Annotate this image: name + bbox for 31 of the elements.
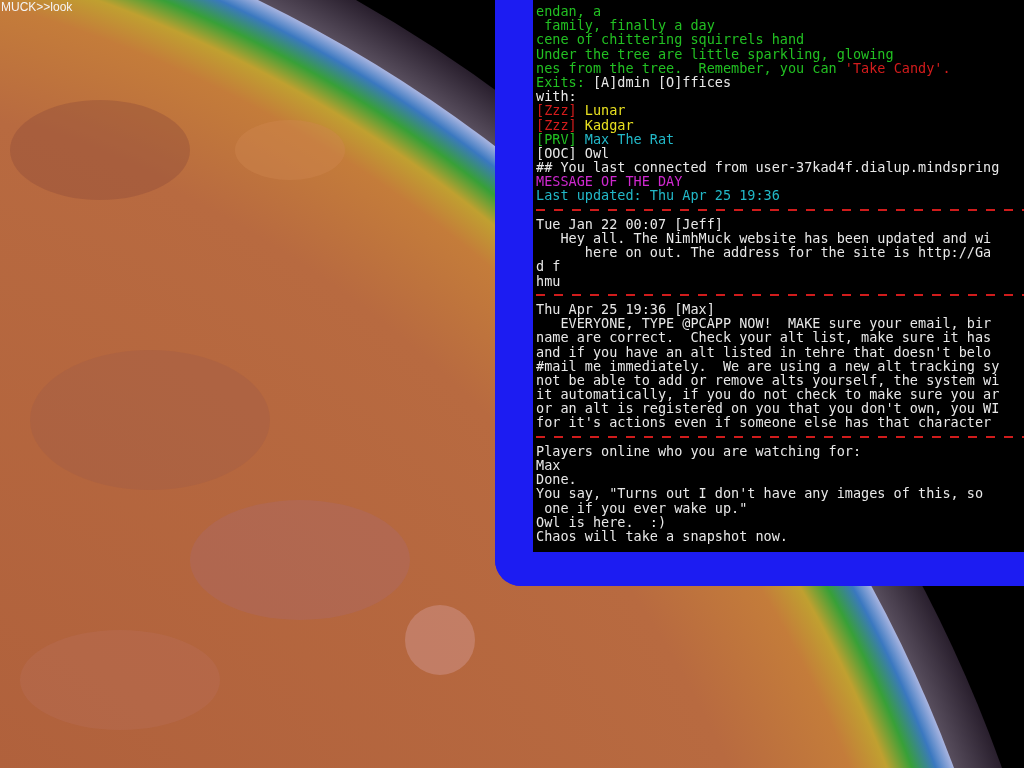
terminal-line: endan, a <box>536 4 602 19</box>
terminal-line: with: <box>536 89 577 104</box>
terminal-line: Under the tree are little sparkling, glowing <box>536 46 894 61</box>
terminal-line: Exits: [A]dmin [O]ffices <box>536 74 732 90</box>
terminal-line: Chaos will take a snapshot now. <box>536 528 788 544</box>
terminal-line: [Zzz] Lunar <box>536 103 626 118</box>
terminal-line: [OOC] Owl <box>536 145 610 161</box>
terminal-line: family, finally a day <box>544 18 715 33</box>
terminal-line: Thu Apr 25 19:36 [Max] <box>536 301 715 317</box>
terminal-line: Max <box>536 458 561 473</box>
terminal-line: cene of chittering squirrels hand <box>536 32 805 47</box>
terminal-line: [Zzz] Kadgar <box>536 117 634 132</box>
terminal-line: Tue Jan 22 00:07 [Jeff] <box>536 216 723 231</box>
command-prompt: MUCK>>look <box>1 1 73 14</box>
terminal-line: Players online who you are watching for: <box>536 443 862 458</box>
terminal-line: EVERYONE, TYPE @PCAPP NOW! MAKE sure your email, bir <box>559 316 992 331</box>
terminal-line: d f <box>536 259 561 274</box>
terminal-line: hmu <box>536 273 561 288</box>
terminal-line: name are correct. Check your alt list, make sure it has <box>536 330 992 345</box>
terminal-line: Last updated: Thu Apr 25 19:36 <box>536 188 780 203</box>
terminal-line: Owl is here. :) <box>536 514 667 529</box>
terminal-line: ## You last connected from user-37kad4f.dialup.mindspring <box>536 160 1000 175</box>
terminal-line: You say, "Turns out I don't have any images of this, so <box>536 486 984 501</box>
terminal-line: or an alt is registered on you that you don't own, you WI <box>536 401 1000 416</box>
terminal-line: Done. <box>536 472 577 487</box>
terminal-line: and if you have an alt listed in tehre that doesn't belo <box>536 344 992 359</box>
terminal-line: it automatically, if you do not check to make sure you ar <box>536 387 1000 402</box>
terminal-line: one if you ever wake up." <box>543 500 748 515</box>
terminal-line: here on out. The address for the site is http://Ga <box>584 245 992 260</box>
terminal-line: Hey all. The NimhMuck website has been updated and wi <box>559 231 992 246</box>
terminal-line: MESSAGE OF THE DAY <box>536 174 683 189</box>
